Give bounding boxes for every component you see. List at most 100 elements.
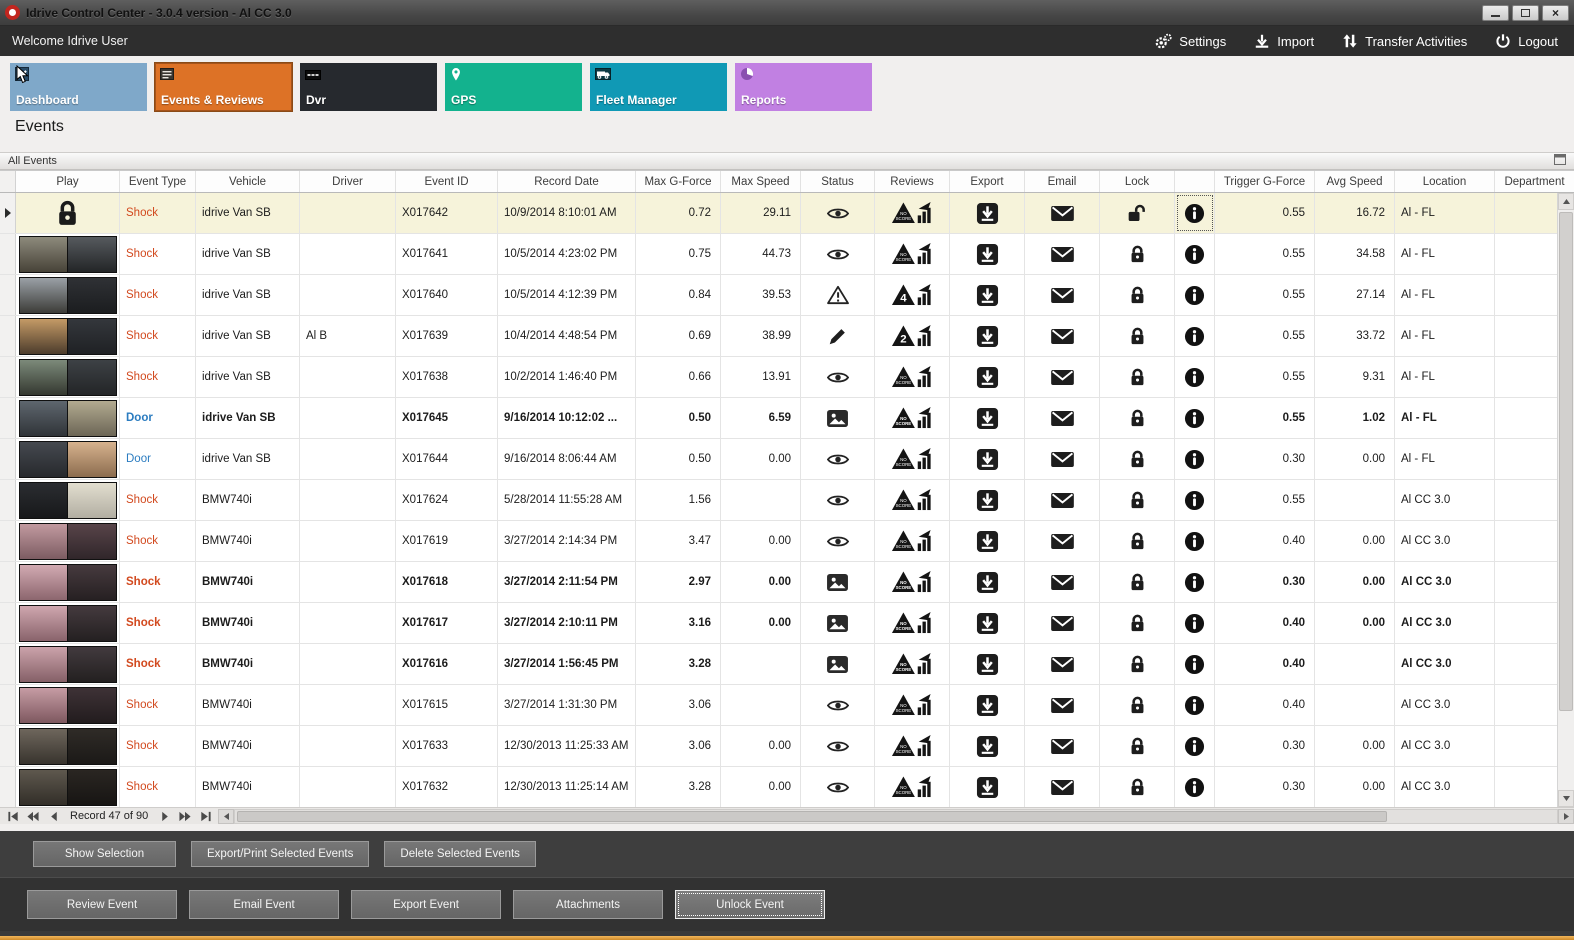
column-header-event-type[interactable]: Event Type <box>120 171 196 192</box>
lock-closed-icon[interactable] <box>1100 234 1175 274</box>
reviews-score-icon[interactable]: NO SCORE <box>875 603 950 643</box>
export-icon[interactable] <box>950 275 1025 315</box>
status-eye-icon[interactable] <box>801 480 875 520</box>
event-thumbnail-image[interactable] <box>18 235 117 273</box>
table-row[interactable]: Shock idrive Van SB Al B X017639 10/4/2014 4… <box>0 316 1574 357</box>
reviews-score-icon[interactable]: NO SCORE <box>875 562 950 602</box>
vertical-scroll-thumb[interactable] <box>1559 212 1573 711</box>
record-nav-first-icon[interactable] <box>4 809 22 824</box>
email-icon[interactable] <box>1025 398 1100 438</box>
lock-closed-icon[interactable] <box>1100 521 1175 561</box>
table-row[interactable]: Shock BMW740i X017616 3/27/2014 1:56:45 PM 3… <box>0 644 1574 685</box>
status-eye-icon[interactable] <box>801 357 875 397</box>
export-icon[interactable] <box>950 316 1025 356</box>
table-row[interactable]: Shock idrive Van SB X017640 10/5/2014 4:12:… <box>0 275 1574 316</box>
reviews-score-icon[interactable]: 4 <box>875 275 950 315</box>
lock-closed-icon[interactable] <box>1100 480 1175 520</box>
event-thumbnail-image[interactable] <box>18 440 117 478</box>
info-icon[interactable] <box>1175 480 1215 520</box>
event-thumbnail[interactable] <box>16 480 120 520</box>
lock-closed-icon[interactable] <box>1100 398 1175 438</box>
export-event-button[interactable]: Export Event <box>351 890 501 919</box>
event-thumbnail[interactable] <box>16 275 120 315</box>
column-header-max-g-force[interactable]: Max G-Force <box>636 171 721 192</box>
event-thumbnail-image[interactable] <box>18 481 117 519</box>
export-icon[interactable] <box>950 726 1025 766</box>
table-row[interactable]: Shock BMW740i X017632 12/30/2013 11:25:14 A… <box>0 767 1574 807</box>
transfer-activities-action[interactable]: Transfer Activities <box>1342 33 1467 49</box>
nav-tile-fleet-manager[interactable]: Fleet Manager <box>590 63 727 111</box>
event-thumbnail[interactable] <box>16 685 120 725</box>
locked-event-lock-icon[interactable] <box>16 193 120 233</box>
record-nav-prev-page-icon[interactable] <box>24 809 42 824</box>
lock-closed-icon[interactable] <box>1100 603 1175 643</box>
email-icon[interactable] <box>1025 316 1100 356</box>
column-header-location[interactable]: Location <box>1395 171 1495 192</box>
export-icon[interactable] <box>950 480 1025 520</box>
lock-closed-icon[interactable] <box>1100 726 1175 766</box>
column-header-export[interactable]: Export <box>950 171 1025 192</box>
status-eye-icon[interactable] <box>801 234 875 274</box>
email-icon[interactable] <box>1025 767 1100 807</box>
column-header-max-speed[interactable]: Max Speed <box>721 171 801 192</box>
table-row[interactable]: Shock BMW740i X017617 3/27/2014 2:10:11 PM 3… <box>0 603 1574 644</box>
email-icon[interactable] <box>1025 357 1100 397</box>
column-header-vehicle[interactable]: Vehicle <box>196 171 300 192</box>
email-icon[interactable] <box>1025 480 1100 520</box>
export-icon[interactable] <box>950 767 1025 807</box>
export-icon[interactable] <box>950 193 1025 233</box>
info-icon[interactable] <box>1175 562 1215 602</box>
status-eye-icon[interactable] <box>801 521 875 561</box>
export-icon[interactable] <box>950 685 1025 725</box>
table-row[interactable]: Door idrive Van SB X017645 9/16/2014 10:12:… <box>0 398 1574 439</box>
status-photo-icon[interactable] <box>801 562 875 602</box>
email-icon[interactable] <box>1025 193 1100 233</box>
export-icon[interactable] <box>950 357 1025 397</box>
table-row[interactable]: Shock idrive Van SB X017642 10/9/2014 8:10:… <box>0 193 1574 234</box>
export-icon[interactable] <box>950 603 1025 643</box>
event-thumbnail[interactable] <box>16 357 120 397</box>
column-header-status[interactable]: Status <box>801 171 875 192</box>
delete-selected-events-button[interactable]: Delete Selected Events <box>384 841 536 867</box>
reviews-score-icon[interactable]: NO SCORE <box>875 685 950 725</box>
event-thumbnail-image[interactable] <box>18 399 117 437</box>
column-header-record-date[interactable]: Record Date <box>498 171 636 192</box>
column-header-reviews[interactable]: Reviews <box>875 171 950 192</box>
table-row[interactable]: Shock idrive Van SB X017638 10/2/2014 1:46:… <box>0 357 1574 398</box>
info-icon[interactable] <box>1175 439 1215 479</box>
event-thumbnail-image[interactable] <box>18 276 117 314</box>
info-icon[interactable] <box>1175 316 1215 356</box>
panel-window-icon[interactable] <box>1554 154 1566 168</box>
event-thumbnail[interactable] <box>16 644 120 684</box>
export-icon[interactable] <box>950 521 1025 561</box>
unlock-event-button[interactable]: Unlock Event <box>675 890 825 919</box>
info-icon[interactable] <box>1175 234 1215 274</box>
info-icon[interactable] <box>1175 521 1215 561</box>
event-thumbnail[interactable] <box>16 234 120 274</box>
event-thumbnail[interactable] <box>16 439 120 479</box>
lock-closed-icon[interactable] <box>1100 275 1175 315</box>
lock-closed-icon[interactable] <box>1100 439 1175 479</box>
export-icon[interactable] <box>950 234 1025 274</box>
email-icon[interactable] <box>1025 603 1100 643</box>
info-icon[interactable] <box>1175 193 1215 233</box>
event-thumbnail-image[interactable] <box>18 727 117 765</box>
email-icon[interactable] <box>1025 562 1100 602</box>
review-event-button[interactable]: Review Event <box>27 890 177 919</box>
event-thumbnail-image[interactable] <box>18 645 117 683</box>
table-row[interactable]: Shock BMW740i X017619 3/27/2014 2:14:34 PM 3… <box>0 521 1574 562</box>
lock-closed-icon[interactable] <box>1100 316 1175 356</box>
reviews-score-icon[interactable]: NO SCORE <box>875 480 950 520</box>
status-eye-icon[interactable] <box>801 685 875 725</box>
email-icon[interactable] <box>1025 439 1100 479</box>
status-eye-icon[interactable] <box>801 726 875 766</box>
horizontal-scroll-thumb[interactable] <box>237 810 1388 822</box>
table-row[interactable]: Door idrive Van SB X017644 9/16/2014 8:06:4… <box>0 439 1574 480</box>
status-alert-icon[interactable] <box>801 275 875 315</box>
info-icon[interactable] <box>1175 603 1215 643</box>
record-nav-next-icon[interactable] <box>156 809 174 824</box>
reviews-score-icon[interactable]: NO SCORE <box>875 357 950 397</box>
info-icon[interactable] <box>1175 644 1215 684</box>
export-icon[interactable] <box>950 398 1025 438</box>
info-icon[interactable] <box>1175 685 1215 725</box>
